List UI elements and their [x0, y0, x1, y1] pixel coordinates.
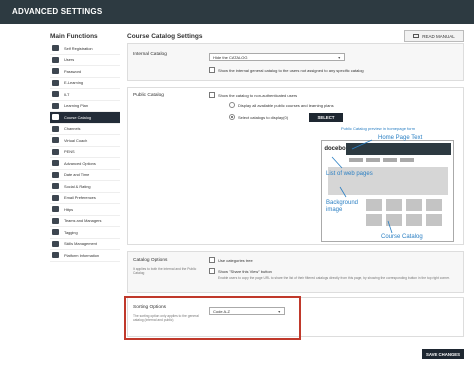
- sorting-options-highlight: [124, 296, 301, 340]
- arrow-background-image: [339, 186, 347, 198]
- categories-tree-checkbox[interactable]: [209, 257, 215, 263]
- catalog-options-label: Catalog Options: [133, 258, 168, 263]
- share-view-desc: Enable users to copy the page URL to sha…: [218, 276, 450, 280]
- categories-tree-label: Use categories tree: [218, 258, 253, 263]
- arrow-course-catalog: [387, 220, 393, 234]
- catalog-options-desc: It applies to both the internal and the …: [133, 267, 197, 275]
- share-view-checkbox[interactable]: [209, 268, 215, 274]
- arrow-home-page-text: [351, 139, 373, 150]
- arrow-list-of-web-pages: [331, 156, 343, 169]
- save-changes-button[interactable]: SAVE CHANGES: [422, 349, 464, 359]
- catalog-options-panel: Catalog Options It applies to both the i…: [127, 251, 464, 293]
- share-view-label: Show "Share this View" button: [218, 269, 272, 274]
